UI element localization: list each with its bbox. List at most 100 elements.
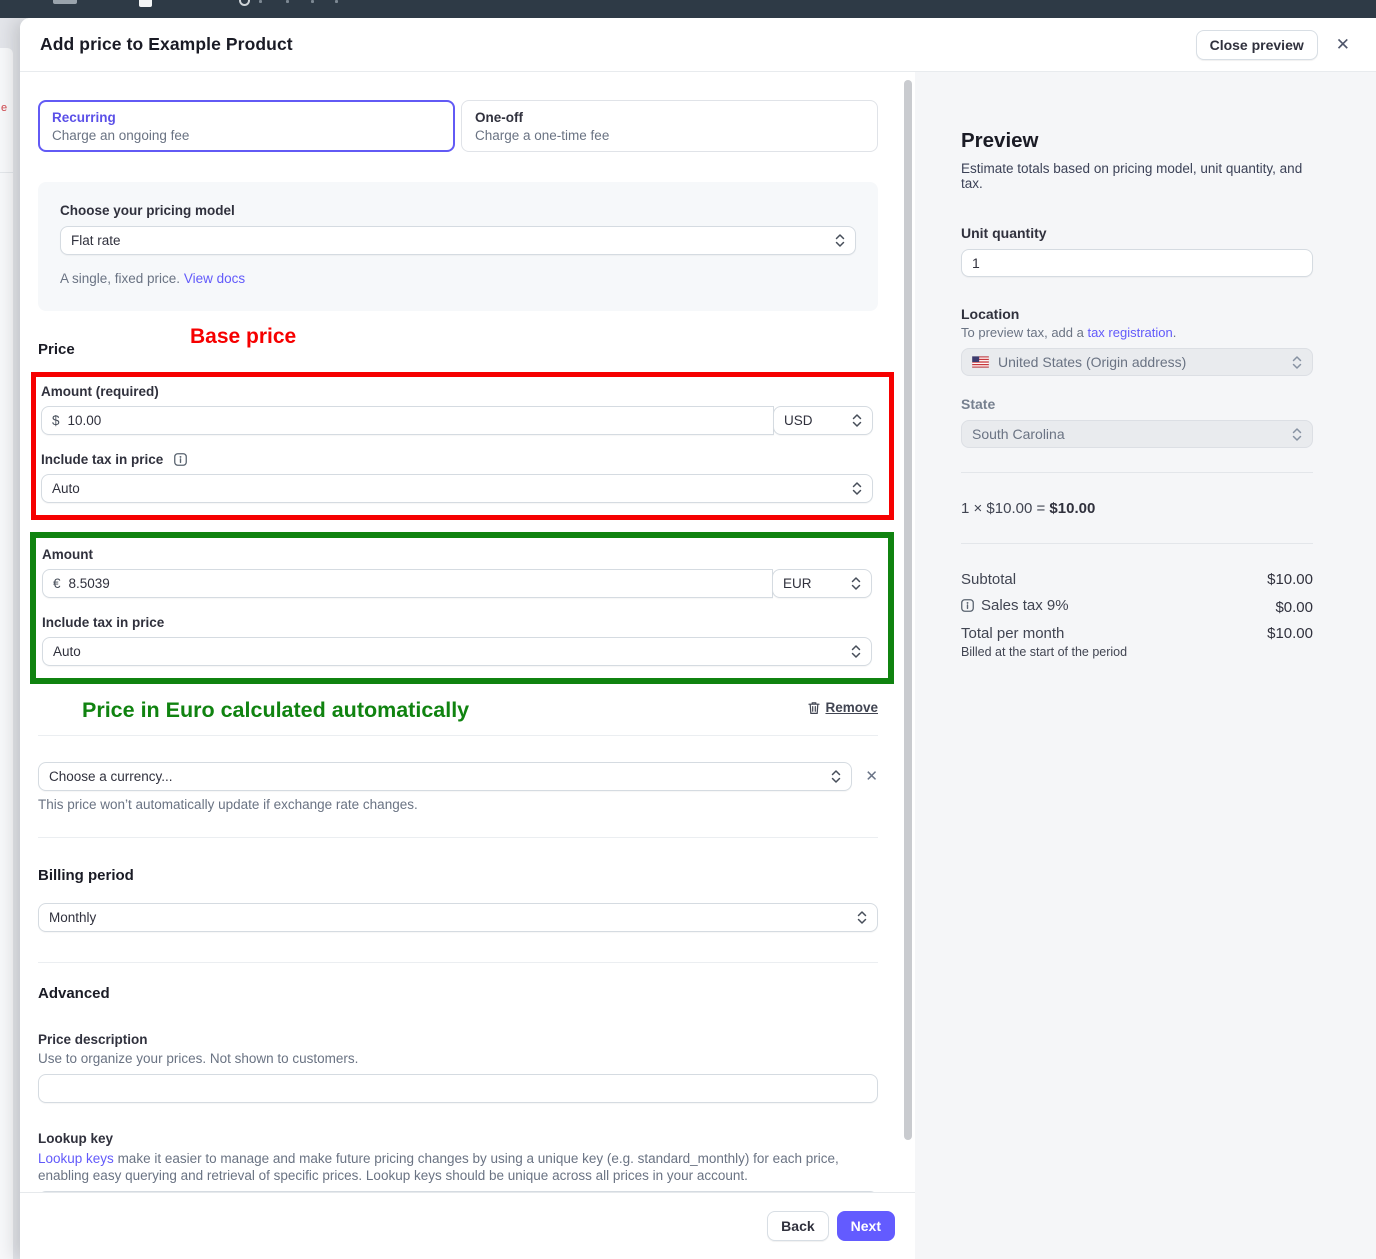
price-description-input[interactable] <box>38 1074 878 1103</box>
divider <box>38 962 878 963</box>
browser-chrome-fragment <box>259 0 262 3</box>
next-button[interactable]: Next <box>837 1211 895 1241</box>
preview-panel: Preview Estimate totals based on pricing… <box>915 72 1376 1259</box>
divider <box>961 543 1313 544</box>
modal-title: Add price to Example Product <box>40 34 293 55</box>
browser-chrome-fragment <box>311 0 314 3</box>
browser-chrome-bar <box>0 0 1376 18</box>
currency-code: USD <box>784 413 813 428</box>
pricing-model-label: Choose your pricing model <box>60 203 856 218</box>
unit-calculation: 1 × $10.00 = $10.00 <box>961 500 1313 517</box>
form-footer: Back Next <box>20 1192 915 1259</box>
background-page-fragment: e <box>1 102 7 114</box>
background-page: e <box>0 18 20 1259</box>
lookup-key-input[interactable] <box>38 1191 878 1192</box>
billing-note: Billed at the start of the period <box>961 645 1313 659</box>
currency-select-eur[interactable]: EUR <box>772 569 872 598</box>
currency-select-usd[interactable]: USD <box>773 406 873 435</box>
pricing-model-select[interactable]: Flat rate <box>60 226 856 255</box>
chevron-updown-icon <box>835 233 845 248</box>
currency-symbol: $ <box>52 413 60 428</box>
chevron-updown-icon <box>852 481 862 496</box>
scrollbar[interactable] <box>904 80 912 1140</box>
amount-input-eur[interactable]: € 8.5039 <box>42 569 773 598</box>
include-tax-select-eur[interactable]: Auto <box>42 637 872 666</box>
annotation-box-euro-price: Amount € 8.5039 EUR <box>30 532 894 684</box>
currency-code: EUR <box>783 576 812 591</box>
divider <box>38 735 878 736</box>
us-flag-icon <box>972 356 989 368</box>
chevron-updown-icon <box>831 769 841 784</box>
sales-tax-value: $0.00 <box>1275 599 1313 616</box>
chevron-updown-icon <box>851 576 861 591</box>
browser-chrome-fragment <box>53 0 77 4</box>
amount-label: Amount <box>42 547 872 562</box>
include-tax-label: Include tax in price <box>42 615 872 630</box>
pricing-model-helper: A single, fixed price. View docs <box>60 271 856 286</box>
calculation-prefix: 1 × $10.00 = <box>961 500 1049 517</box>
divider <box>961 472 1313 473</box>
total-row: Total per month $10.00 <box>961 625 1313 642</box>
choose-currency-select[interactable]: Choose a currency... <box>38 762 852 791</box>
total-label: Total per month <box>961 625 1064 642</box>
pricing-model-value: Flat rate <box>71 233 121 248</box>
price-type-card-one-off[interactable]: One-off Charge a one-time fee <box>461 100 878 152</box>
include-tax-label: Include tax in price <box>41 452 873 467</box>
location-helper-prefix: To preview tax, add a <box>961 325 1087 340</box>
annotation-base-price: Base price <box>190 325 296 349</box>
lookup-key-helper-text: make it easier to manage and make future… <box>38 1151 839 1183</box>
calculation-total: $10.00 <box>1049 500 1095 517</box>
chevron-updown-icon <box>1292 427 1302 442</box>
tax-registration-link[interactable]: tax registration <box>1087 325 1172 340</box>
subtotal-row: Subtotal $10.00 <box>961 571 1313 588</box>
background-page-divider <box>0 172 13 173</box>
advanced-heading: Advanced <box>38 985 878 1002</box>
unit-quantity-input[interactable]: 1 <box>961 249 1313 277</box>
billing-period-heading: Billing period <box>38 867 878 884</box>
add-price-modal: Add price to Example Product Close previ… <box>20 18 1376 1259</box>
location-helper: To preview tax, add a tax registration. <box>961 325 1313 340</box>
subtotal-value: $10.00 <box>1267 571 1313 588</box>
price-form-panel: Recurring Charge an ongoing fee One-off … <box>20 72 915 1259</box>
pricing-model-helper-text: A single, fixed price. <box>60 271 180 286</box>
chevron-updown-icon <box>852 413 862 428</box>
include-tax-select-usd[interactable]: Auto <box>41 474 873 503</box>
location-helper-suffix: . <box>1173 325 1177 340</box>
remove-label: Remove <box>825 700 878 715</box>
amount-input-usd[interactable]: $ 10.00 <box>41 406 774 435</box>
lookup-key-helper: Lookup keys make it easier to manage and… <box>38 1150 878 1184</box>
remove-currency-link[interactable]: Remove <box>808 700 878 715</box>
info-icon[interactable] <box>174 453 187 466</box>
browser-chrome-fragment <box>286 0 289 3</box>
remove-currency-row-icon[interactable]: ✕ <box>865 769 878 784</box>
billing-period-select[interactable]: Monthly <box>38 903 878 932</box>
close-preview-button[interactable]: Close preview <box>1196 30 1318 60</box>
info-icon[interactable] <box>961 599 974 612</box>
chevron-updown-icon <box>857 910 867 925</box>
card-title: Recurring <box>52 110 441 125</box>
browser-chrome-fragment <box>239 0 250 6</box>
sales-tax-label: Sales tax 9% <box>981 597 1069 614</box>
total-value: $10.00 <box>1267 625 1313 642</box>
divider <box>38 837 878 838</box>
chevron-updown-icon <box>851 644 861 659</box>
include-tax-value: Auto <box>53 644 81 659</box>
include-tax-value: Auto <box>52 481 80 496</box>
card-description: Charge an ongoing fee <box>52 128 441 143</box>
annotation-box-base-price: Amount (required) $ 10.00 USD <box>31 372 894 520</box>
browser-chrome-fragment <box>139 0 152 7</box>
lookup-keys-link[interactable]: Lookup keys <box>38 1151 114 1166</box>
back-button[interactable]: Back <box>767 1211 828 1241</box>
state-label: State <box>961 396 1313 412</box>
view-docs-link[interactable]: View docs <box>184 271 245 286</box>
preview-subtitle: Estimate totals based on pricing model, … <box>961 161 1313 191</box>
price-type-card-recurring[interactable]: Recurring Charge an ongoing fee <box>38 100 455 152</box>
state-select: South Carolina <box>961 420 1313 448</box>
country-value: United States (Origin address) <box>998 354 1186 370</box>
location-label: Location <box>961 306 1313 322</box>
price-description-label: Price description <box>38 1032 878 1047</box>
card-description: Charge a one-time fee <box>475 128 864 143</box>
close-icon[interactable]: ✕ <box>1336 36 1350 53</box>
state-value: South Carolina <box>972 426 1065 442</box>
price-description-helper: Use to organize your prices. Not shown t… <box>38 1051 878 1066</box>
